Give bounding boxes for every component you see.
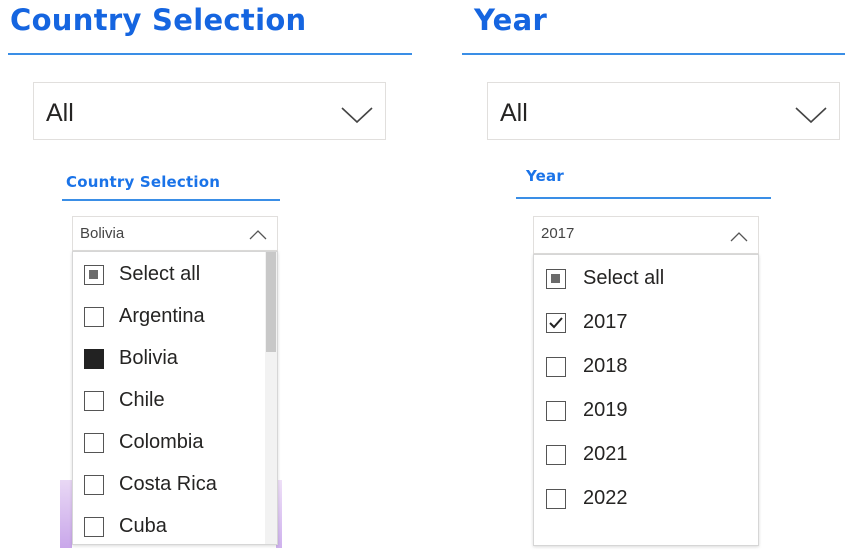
country-popup-value: Bolivia [80,225,125,242]
list-item[interactable]: Costa Rica [73,464,277,506]
list-item-label: 2018 [583,355,628,377]
list-item[interactable]: Cuba [73,506,277,544]
list-item[interactable]: Select all [73,254,277,296]
checkbox-icon[interactable] [84,517,104,537]
year-dropdown[interactable]: All [487,82,840,140]
year-popup-header[interactable]: 2017 [533,216,759,254]
country-title-underline [8,53,412,55]
list-item[interactable]: Colombia [73,422,277,464]
chevron-down-icon[interactable] [340,105,374,125]
country-popup-underline [62,199,280,201]
checkbox-icon[interactable] [546,489,566,509]
checkbox-icon[interactable] [546,269,566,289]
list-item[interactable]: 2018 [534,346,758,388]
country-popup-header[interactable]: Bolivia [72,216,278,251]
year-title-underline [462,53,845,55]
list-item[interactable]: Chile [73,380,277,422]
year-slicer-title: Year [474,3,548,37]
list-item-label: 2019 [583,399,628,421]
list-item-label: 2021 [583,443,628,465]
checkbox-icon[interactable] [84,475,104,495]
list-item-label: Select all [583,267,665,289]
country-dropdown[interactable]: All [33,82,386,140]
background-visual-edge [60,480,72,548]
country-slicer-title: Country Selection [10,3,307,37]
list-item-label: 2017 [583,311,628,333]
list-item[interactable]: 2021 [534,434,758,476]
list-item-label: Argentina [119,305,205,327]
chevron-up-icon[interactable] [730,231,748,243]
list-item-label: Bolivia [119,347,178,369]
list-item[interactable]: Select all [534,258,758,300]
checkbox-icon[interactable] [546,445,566,465]
checkbox-icon[interactable] [546,313,566,333]
country-checkbox-list[interactable]: Select all Argentina Bolivia Chile Colom… [72,251,278,545]
year-popup-value: 2017 [541,225,575,242]
list-item-label: Colombia [119,431,204,453]
list-item[interactable]: 2019 [534,390,758,432]
checkbox-icon[interactable] [84,265,104,285]
list-item-label: 2022 [583,487,628,509]
checkbox-icon[interactable] [84,307,104,327]
list-item-label: Costa Rica [119,473,217,495]
country-popup-title: Country Selection [66,173,221,191]
country-dropdown-value: All [46,99,74,127]
checkbox-icon[interactable] [84,391,104,411]
checkbox-icon[interactable] [546,401,566,421]
list-item[interactable]: 2022 [534,478,758,520]
year-popup-underline [516,197,771,199]
checkbox-icon[interactable] [84,349,104,369]
checkbox-icon[interactable] [546,357,566,377]
list-item-label: Cuba [119,515,167,537]
year-popup-title: Year [526,167,564,185]
list-item[interactable]: Bolivia [73,338,277,380]
checkbox-icon[interactable] [84,433,104,453]
list-item[interactable]: Argentina [73,296,277,338]
list-item-label: Chile [119,389,165,411]
year-checkbox-list[interactable]: Select all 2017 2018 2019 2021 2022 [533,254,759,546]
chevron-up-icon[interactable] [249,229,267,241]
checkmark-icon [549,317,563,329]
list-item-label: Select all [119,263,201,285]
chevron-down-icon[interactable] [794,105,828,125]
list-item[interactable]: 2017 [534,302,758,344]
year-dropdown-value: All [500,99,528,127]
